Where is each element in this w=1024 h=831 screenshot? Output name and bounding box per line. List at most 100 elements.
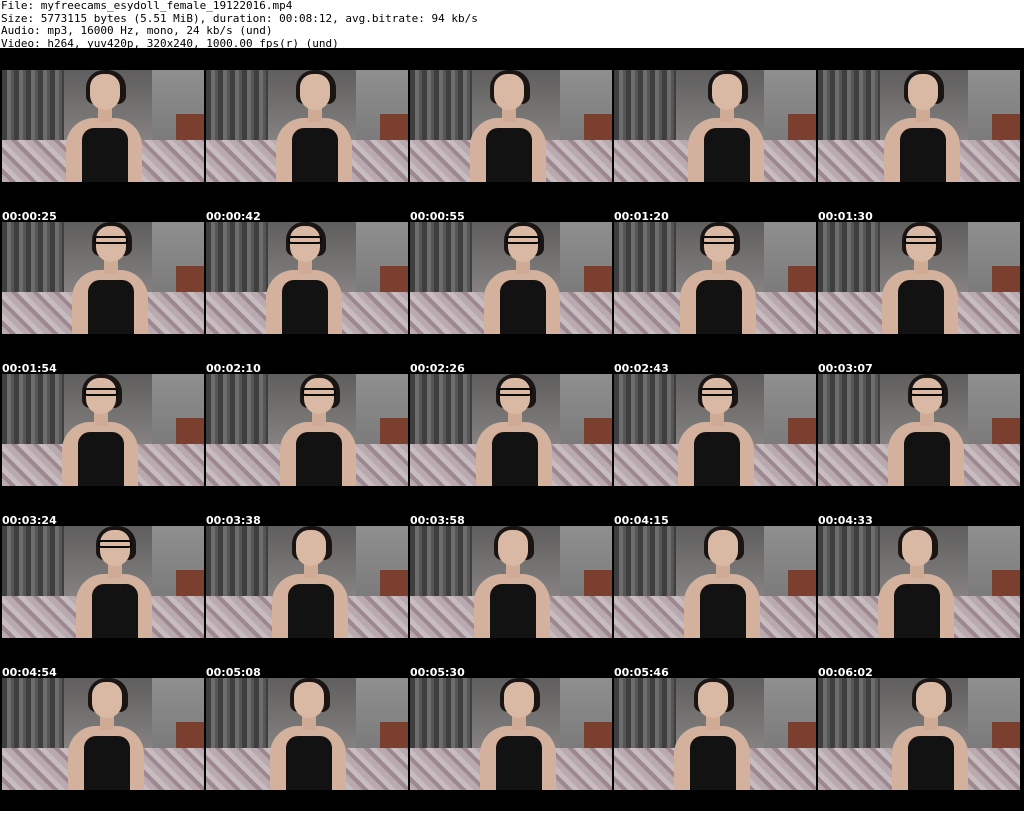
video-frame-thumbnail xyxy=(614,526,816,638)
video-frame-thumbnail xyxy=(614,222,816,334)
black-top xyxy=(78,432,124,486)
face xyxy=(100,530,130,566)
face xyxy=(90,74,120,110)
curtain-background xyxy=(614,678,676,750)
black-top xyxy=(500,280,546,334)
video-frame-thumbnail xyxy=(206,374,408,486)
glasses-icon xyxy=(84,388,118,396)
video-frame-thumbnail xyxy=(206,222,408,334)
face xyxy=(906,226,936,262)
video-frame-thumbnail xyxy=(206,526,408,638)
curtain-background xyxy=(410,70,472,142)
black-top xyxy=(88,280,134,334)
face xyxy=(494,74,524,110)
curtain-background xyxy=(614,70,676,142)
person-figure xyxy=(470,526,550,638)
curtain-background xyxy=(206,374,268,446)
video-frame-thumbnail xyxy=(2,70,204,182)
face xyxy=(902,530,932,566)
face xyxy=(698,682,728,718)
glasses-icon xyxy=(94,236,128,244)
black-top xyxy=(282,280,328,334)
timestamp-label: 00:06:25 xyxy=(2,818,57,831)
curtain-background xyxy=(818,374,880,446)
glasses-icon xyxy=(498,388,532,396)
curtain-background xyxy=(206,70,268,142)
person-figure xyxy=(676,222,756,334)
curtain-background xyxy=(818,222,880,294)
person-figure xyxy=(268,526,348,638)
video-frame-thumbnail xyxy=(818,70,1020,182)
curtain-background xyxy=(206,678,268,750)
black-top xyxy=(84,736,130,790)
video-frame-thumbnail xyxy=(614,70,816,182)
video-frame-thumbnail xyxy=(206,70,408,182)
curtain-background xyxy=(818,70,880,142)
video-frame-thumbnail xyxy=(2,678,204,790)
black-top xyxy=(694,432,740,486)
video-frame-thumbnail xyxy=(2,526,204,638)
video-frame-thumbnail xyxy=(818,374,1020,486)
black-top xyxy=(292,128,338,182)
face xyxy=(912,378,942,414)
person-figure xyxy=(684,70,764,182)
video-frame-thumbnail xyxy=(818,678,1020,790)
glasses-icon xyxy=(98,540,132,548)
face xyxy=(294,682,324,718)
black-top xyxy=(92,584,138,638)
curtain-background xyxy=(410,526,472,598)
face xyxy=(304,378,334,414)
timestamp-label: 00:07:32 xyxy=(818,818,873,831)
face xyxy=(908,74,938,110)
video-frame-thumbnail xyxy=(818,526,1020,638)
person-figure xyxy=(262,222,342,334)
video-frame-thumbnail xyxy=(410,678,612,790)
person-figure xyxy=(64,678,144,790)
black-top xyxy=(492,432,538,486)
black-top xyxy=(288,584,334,638)
video-frame-thumbnail xyxy=(818,222,1020,334)
black-top xyxy=(490,584,536,638)
curtain-background xyxy=(614,222,676,294)
video-frame-thumbnail xyxy=(2,222,204,334)
timestamp-label: 00:06:42 xyxy=(206,818,261,831)
face xyxy=(500,378,530,414)
glasses-icon xyxy=(910,388,944,396)
video-frame-thumbnail xyxy=(410,526,612,638)
curtain-background xyxy=(206,222,268,294)
video-frame-thumbnail xyxy=(206,678,408,790)
person-figure xyxy=(874,526,954,638)
face xyxy=(92,682,122,718)
person-figure xyxy=(480,222,560,334)
black-top xyxy=(900,128,946,182)
person-figure xyxy=(72,526,152,638)
curtain-background xyxy=(410,678,472,750)
face xyxy=(702,378,732,414)
video-frame-thumbnail xyxy=(614,678,816,790)
black-top xyxy=(898,280,944,334)
person-figure xyxy=(466,70,546,182)
glasses-icon xyxy=(904,236,938,244)
file-name-line: File: myfreecams_esydoll_female_19122016… xyxy=(1,0,293,12)
thumbnail-grid: 00:00:25 00:00:42 00:00:55 00:01:20 00:01:30… xyxy=(0,48,1024,831)
black-top xyxy=(700,584,746,638)
curtain-background xyxy=(614,374,676,446)
person-figure xyxy=(476,678,556,790)
audio-info-line: Audio: mp3, 16000 Hz, mono, 24 kb/s (und… xyxy=(1,24,273,37)
curtain-background xyxy=(2,374,64,446)
black-top xyxy=(690,736,736,790)
video-frame-thumbnail xyxy=(614,374,816,486)
person-figure xyxy=(680,526,760,638)
curtain-background xyxy=(2,222,64,294)
curtain-background xyxy=(2,526,64,598)
face xyxy=(498,530,528,566)
person-figure xyxy=(62,70,142,182)
face xyxy=(300,74,330,110)
face xyxy=(290,226,320,262)
black-top xyxy=(296,432,342,486)
face xyxy=(504,682,534,718)
curtain-background xyxy=(818,526,880,598)
black-top xyxy=(496,736,542,790)
black-top xyxy=(904,432,950,486)
glasses-icon xyxy=(288,236,322,244)
